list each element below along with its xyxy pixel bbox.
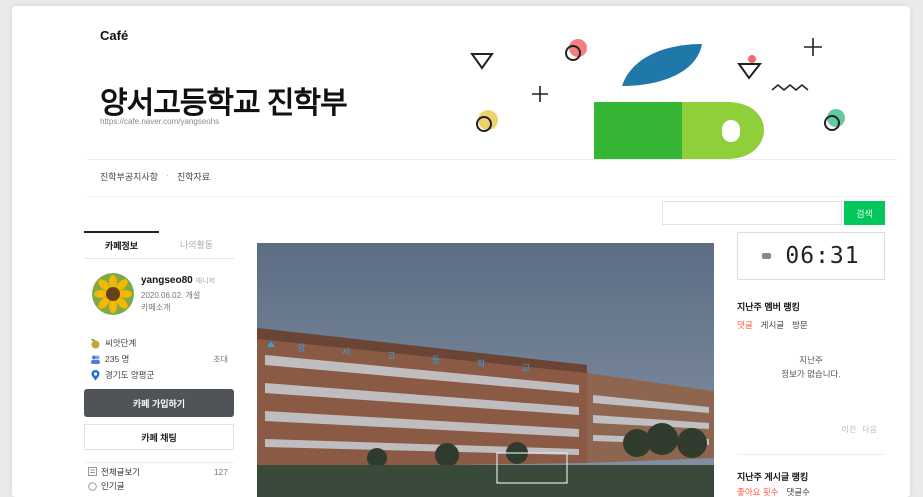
sign-char: 학 — [477, 359, 485, 370]
white-slot-shape — [722, 120, 740, 142]
member-ranking-empty: 지난주 정보가 없습니다. — [737, 353, 885, 381]
sign-char: 양 — [297, 343, 305, 354]
zigzag-shape — [771, 84, 809, 91]
cafe-chat-button[interactable]: 카페 채팅 — [84, 424, 234, 450]
members-icon — [91, 355, 100, 364]
clock-widget: 06:31 — [737, 232, 885, 280]
invite-link[interactable]: 초대 — [213, 354, 228, 365]
tab-comment-count[interactable]: 댓글수 — [786, 486, 809, 497]
tab-comments[interactable]: 댓글 — [737, 319, 753, 331]
cafe-page: Café 양서고등학교 진학부 https://cafe.naver.com/y… — [12, 6, 910, 497]
prev-button[interactable]: 이전 — [842, 424, 857, 435]
profile-name[interactable]: yangseo80 — [141, 275, 193, 286]
cafe-intro-link[interactable]: 카페소개 — [141, 302, 170, 313]
avatar[interactable] — [92, 273, 134, 315]
seedling-icon — [91, 338, 100, 348]
sidebar-tabs: 카페정보 나의활동 — [84, 231, 234, 259]
member-count-row[interactable]: 235 명 초대 — [84, 351, 234, 367]
empty-line-2: 정보가 없습니다. — [781, 369, 841, 379]
sign-char: 서 — [342, 347, 350, 358]
board-all-posts[interactable]: 전체글보기 127 — [84, 462, 234, 478]
cafe-info-sidebar: 카페정보 나의활동 yangseo80 매니저 2020.06.02. 개설 카… — [84, 231, 234, 497]
all-posts-icon — [88, 467, 97, 476]
post-ranking-tabs: 좋아요 횟수 댓글수 — [737, 486, 810, 497]
menu-divider — [87, 196, 897, 197]
member-ranking-widget: 지난주 멤버 랭킹 댓글 게시글 방문 지난주 정보가 없습니다. 이전 다음 — [737, 288, 885, 448]
tab-likes[interactable]: 좋아요 횟수 — [737, 486, 778, 497]
ranking-divider — [737, 454, 885, 455]
menu-item-notice[interactable]: 진학부공지사항 — [100, 170, 158, 183]
cafe-brand-logo[interactable]: Café — [100, 28, 128, 43]
board-popular[interactable]: 인기글 — [84, 478, 234, 494]
cafe-url[interactable]: https://cafe.naver.com/yangseohs — [100, 117, 219, 126]
board-label: 인기글 — [101, 481, 125, 491]
search-button[interactable]: 검색 — [844, 201, 885, 225]
member-ranking-title: 지난주 멤버 랭킹 — [737, 302, 800, 312]
popular-icon — [88, 481, 97, 491]
location-pin-icon — [91, 369, 100, 380]
search-input[interactable] — [662, 201, 842, 225]
profile-role: 매니저 — [195, 278, 216, 285]
member-count: 235 명 — [105, 354, 130, 364]
triangle-shape — [737, 63, 763, 80]
clock-icon — [762, 253, 772, 259]
triangle-shape — [470, 53, 494, 70]
member-ranking-tabs: 댓글 게시글 방문 — [737, 319, 885, 331]
red-dot-shape — [748, 55, 756, 63]
header-banner-graphic — [470, 38, 845, 159]
header-divider — [87, 159, 897, 160]
cafe-level-row[interactable]: 씨앗단계 — [84, 335, 234, 351]
post-ranking-title: 지난주 게시글 랭킹 — [737, 472, 809, 482]
sunflower-avatar-icon — [92, 273, 134, 315]
sign-char: 등 — [432, 355, 440, 366]
board-label: 전체글보기 — [101, 466, 141, 477]
next-button[interactable]: 다음 — [862, 424, 877, 435]
tab-visits[interactable]: 방문 — [792, 319, 808, 331]
tab-my-activity[interactable]: 나의활동 — [159, 231, 234, 258]
clock-time: 06:31 — [785, 243, 860, 269]
yellow-circle-shape — [478, 110, 498, 130]
cafe-title[interactable]: 양서고등학교 진학부 — [100, 78, 348, 122]
board-count: 127 — [213, 466, 228, 477]
tab-cafe-info[interactable]: 카페정보 — [84, 231, 159, 258]
member-ranking-pager: 이전 다음 — [842, 424, 877, 435]
tab-posts[interactable]: 게시글 — [761, 319, 784, 331]
profile-name-line: yangseo80 매니저 — [141, 275, 215, 286]
menu-separator: · — [165, 170, 169, 180]
school-building-photo[interactable]: 양 서 고 등 학 교 — [257, 243, 714, 497]
menu-item-materials[interactable]: 진학자료 — [177, 170, 210, 183]
empty-line-1: 지난주 — [799, 355, 823, 365]
cafe-menu: 진학부공지사항 · 진학자료 — [100, 170, 210, 183]
cafe-level-label: 씨앗단계 — [105, 338, 137, 348]
blue-leaf-shape — [622, 44, 702, 86]
profile-date: 2020.06.02. 개설 — [141, 291, 201, 300]
location-label: 경기도 양평군 — [105, 370, 155, 380]
sign-char: 교 — [522, 364, 530, 374]
sign-char: 고 — [387, 352, 395, 362]
location-row[interactable]: 경기도 양평군 — [84, 367, 234, 383]
join-cafe-button[interactable]: 카페 가입하기 — [84, 389, 234, 417]
manager-profile: yangseo80 매니저 2020.06.02. 개설 카페소개 — [84, 273, 234, 335]
ground — [257, 465, 714, 497]
